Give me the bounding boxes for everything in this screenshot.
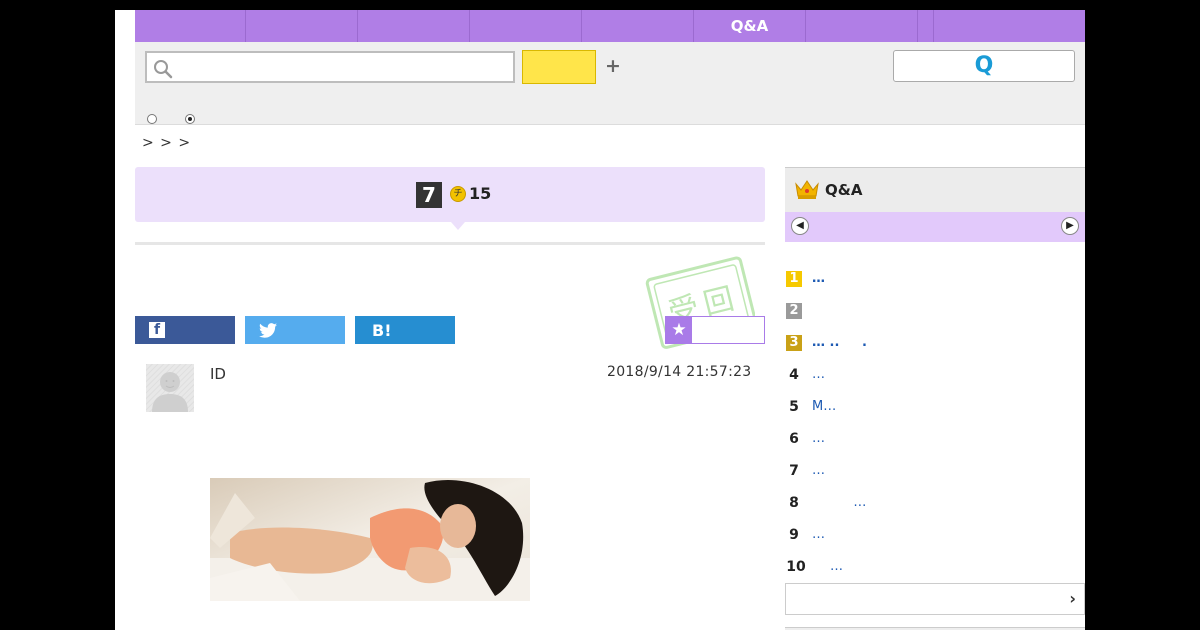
rank-number: 6 bbox=[789, 431, 799, 447]
rank-number: 5 bbox=[789, 399, 799, 415]
rank-number: 4 bbox=[789, 367, 799, 383]
ranking-item[interactable]: 6 … bbox=[785, 429, 1085, 449]
ranking-tab-bar: ◀ ▶ bbox=[785, 212, 1085, 242]
question-header: 7 チ 15 bbox=[135, 167, 765, 230]
ranking-item[interactable]: 10 … bbox=[785, 557, 1085, 577]
search-band: + Q bbox=[135, 42, 1085, 125]
star-icon: ★ bbox=[666, 317, 692, 343]
ranking-item[interactable]: 7 … bbox=[785, 461, 1085, 481]
page: Q&A + Q > > > 7 チ 15 受 回 f B! ★ ID 2018/… bbox=[115, 10, 1085, 630]
post-timestamp: 2018/9/14 21:57:23 bbox=[607, 364, 752, 380]
rank-text[interactable]: M… bbox=[812, 399, 836, 414]
top-nav: Q&A bbox=[135, 10, 1085, 42]
ranking-title: Q&A bbox=[825, 181, 863, 199]
nav-tab-5[interactable] bbox=[582, 10, 694, 42]
rank-text[interactable]: … .. . bbox=[812, 335, 867, 350]
rank-number: 10 bbox=[786, 559, 806, 575]
rank-text[interactable]: … bbox=[830, 559, 843, 574]
coin-icon: チ bbox=[450, 186, 466, 202]
answer-count-badge: 7 bbox=[416, 182, 442, 208]
search-icon bbox=[154, 60, 173, 79]
ranking-item[interactable]: 1 … bbox=[785, 269, 1085, 289]
ask-question-button[interactable]: Q bbox=[893, 50, 1075, 82]
chevron-right-icon: › bbox=[1069, 589, 1076, 608]
prev-arrow-icon[interactable]: ◀ bbox=[791, 217, 809, 235]
search-box bbox=[145, 51, 515, 83]
ranking-item[interactable]: 3 … .. . bbox=[785, 333, 1085, 353]
rank-number: 2 bbox=[786, 303, 802, 319]
facebook-icon: f bbox=[149, 322, 165, 338]
nav-tab-9[interactable] bbox=[934, 10, 1085, 42]
rank-text[interactable]: … bbox=[812, 431, 825, 446]
reward-points: 15 bbox=[469, 184, 492, 203]
user-id[interactable]: ID bbox=[210, 365, 226, 383]
rank-number: 1 bbox=[786, 271, 802, 287]
rank-number: 9 bbox=[789, 527, 799, 543]
rank-number: 3 bbox=[786, 335, 802, 351]
nav-tab-4[interactable] bbox=[470, 10, 582, 42]
rank-text[interactable]: … bbox=[812, 463, 825, 478]
search-scope-radio-2[interactable] bbox=[185, 114, 195, 124]
attached-photo[interactable] bbox=[210, 478, 530, 601]
crown-icon bbox=[795, 180, 819, 199]
user-silhouette-icon bbox=[146, 364, 194, 412]
rank-number: 8 bbox=[789, 495, 799, 511]
rank-text[interactable]: … bbox=[812, 495, 866, 510]
ranking-item[interactable]: 5 M… bbox=[785, 397, 1085, 417]
rank-text[interactable]: … bbox=[812, 271, 825, 286]
divider bbox=[135, 242, 765, 245]
ranking-more-button[interactable]: › bbox=[785, 583, 1085, 615]
ranking-item[interactable]: 4 … bbox=[785, 365, 1085, 385]
hatena-bookmark-icon: B! bbox=[372, 320, 392, 340]
rank-text[interactable]: … bbox=[812, 367, 825, 382]
nav-tab-1[interactable] bbox=[135, 10, 246, 42]
avatar bbox=[146, 364, 194, 412]
favorite-button[interactable]: ★ bbox=[665, 316, 765, 344]
plus-button[interactable]: + bbox=[605, 55, 621, 77]
search-button[interactable] bbox=[522, 50, 596, 84]
nav-tab-3[interactable] bbox=[358, 10, 470, 42]
nav-tab-2[interactable] bbox=[246, 10, 358, 42]
rank-number: 7 bbox=[789, 463, 799, 479]
rank-text[interactable]: … bbox=[812, 527, 825, 542]
facebook-share-button[interactable]: f bbox=[135, 316, 235, 344]
search-scope-radio-1[interactable] bbox=[147, 114, 157, 124]
ranking-header: Q&A bbox=[785, 167, 1085, 212]
nav-tab-qa[interactable]: Q&A bbox=[694, 10, 806, 42]
nav-tab-8[interactable] bbox=[918, 10, 934, 42]
sidebar: Q&A ◀ ▶ 1 … 2 3 … .. . 4 … 5 M… 6 … 7 … … bbox=[785, 167, 1085, 630]
hatena-bookmark-button[interactable]: B! bbox=[355, 316, 455, 344]
nav-tab-7[interactable] bbox=[806, 10, 918, 42]
next-arrow-icon[interactable]: ▶ bbox=[1061, 217, 1079, 235]
ranking-item[interactable]: 2 bbox=[785, 301, 1085, 321]
twitter-share-button[interactable] bbox=[245, 316, 345, 344]
search-input[interactable] bbox=[179, 55, 513, 81]
ranking-item[interactable]: 9 … bbox=[785, 525, 1085, 545]
breadcrumb[interactable]: > > > bbox=[142, 135, 191, 151]
ranking-item[interactable]: 8 … bbox=[785, 493, 1085, 513]
twitter-icon bbox=[259, 322, 277, 338]
